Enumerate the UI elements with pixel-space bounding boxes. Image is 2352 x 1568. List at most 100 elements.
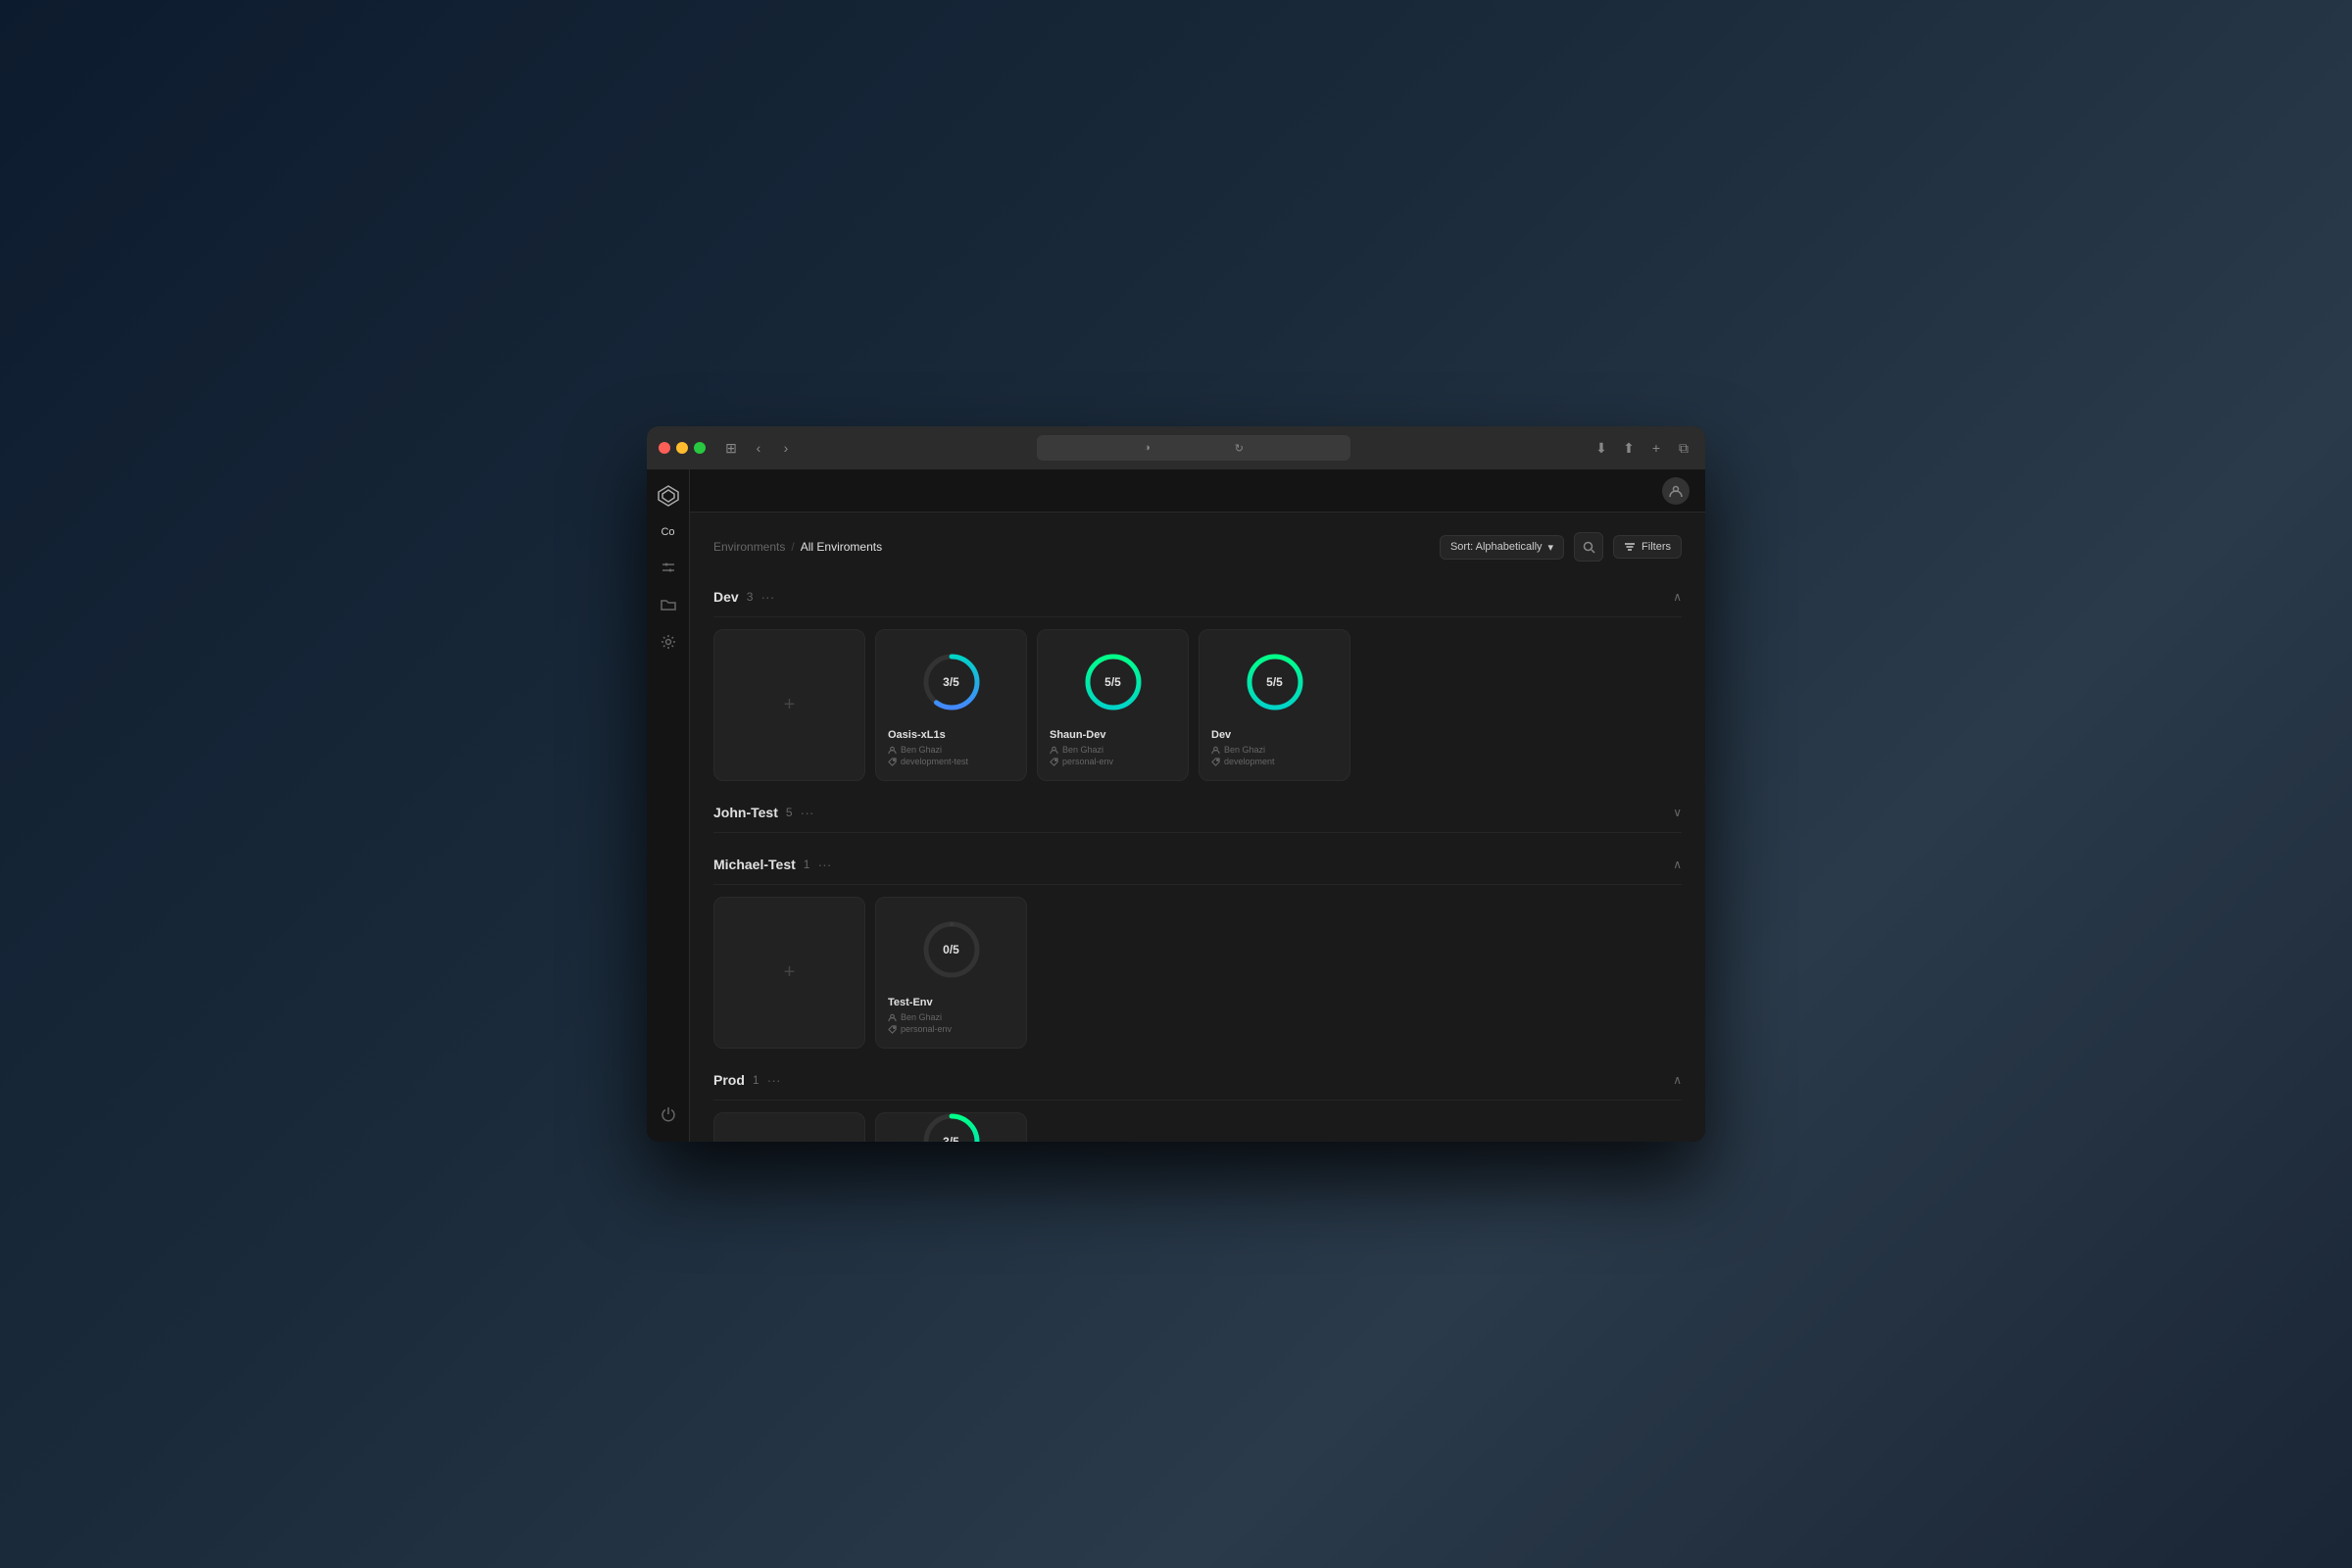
env-card-oasis[interactable]: 3/5 Oasis-xL1s Ben Gha: [875, 629, 1027, 781]
donut-label-dev-env: 5/5: [1266, 675, 1283, 689]
group-menu-john[interactable]: ···: [801, 805, 814, 820]
content-area: Environments / All Enviroments Sort: Alp…: [690, 513, 1705, 1142]
donut-test-env: 0/5: [920, 918, 983, 981]
group-chevron-prod[interactable]: ∧: [1673, 1073, 1682, 1087]
breadcrumb-parent[interactable]: Environments: [713, 540, 785, 554]
group-header-left-prod: Prod 1 ···: [713, 1072, 781, 1088]
card-name-test-env: Test-Env: [888, 997, 1014, 1008]
group-divider-michael: [713, 884, 1682, 885]
group-header-john[interactable]: John-Test 5 ··· ∨: [713, 797, 1682, 828]
group-chevron-john[interactable]: ∨: [1673, 806, 1682, 819]
sidebar-icon-folder[interactable]: [653, 589, 684, 620]
forward-icon[interactable]: ›: [776, 438, 796, 458]
sort-button[interactable]: Sort: Alphabetically ▾: [1440, 535, 1564, 560]
env-card-test-env[interactable]: 0/5 Test-Env Ben Ghazi: [875, 897, 1027, 1049]
minimize-button[interactable]: [676, 442, 688, 454]
browser-window: ⊞ ‹ › ◑ ↻ ⬇ ⬆ + ⧉ Co: [647, 426, 1705, 1142]
cards-grid-dev: + 3/5: [713, 629, 1682, 781]
card-info-oasis: Oasis-xL1s Ben Ghazi: [888, 729, 1014, 768]
add-card-prod[interactable]: +: [713, 1112, 865, 1142]
app-body: Co: [647, 469, 1705, 1142]
donut-shaun: 5/5: [1082, 651, 1145, 713]
tabs-icon[interactable]: ⧉: [1674, 438, 1693, 458]
group-header-left-john: John-Test 5 ···: [713, 805, 814, 820]
group-menu-dev[interactable]: ···: [760, 589, 774, 605]
group-chevron-michael[interactable]: ∧: [1673, 858, 1682, 871]
card-owner-oasis: Ben Ghazi: [888, 745, 1014, 755]
maximize-button[interactable]: [694, 442, 706, 454]
toolbar-actions: ⬇ ⬆ + ⧉: [1592, 438, 1693, 458]
card-owner-test-env: Ben Ghazi: [888, 1012, 1014, 1022]
card-tag-oasis: development-test: [888, 757, 1014, 766]
env-card-dev[interactable]: 5/5 Dev Ben Ghazi: [1199, 629, 1350, 781]
breadcrumb-bar: Environments / All Enviroments Sort: Alp…: [713, 532, 1682, 562]
card-chart-test-env: 0/5: [888, 909, 1014, 989]
card-info-shaun: Shaun-Dev Ben Ghazi: [1050, 729, 1176, 768]
group-chevron-dev[interactable]: ∧: [1673, 590, 1682, 604]
add-card-dev[interactable]: +: [713, 629, 865, 781]
sort-chevron-icon: ▾: [1548, 541, 1554, 554]
donut-dev-env: 5/5: [1244, 651, 1306, 713]
sidebar-toggle-icon[interactable]: ⊞: [721, 438, 741, 458]
group-name-john: John-Test: [713, 805, 778, 820]
group-header-left-michael: Michael-Test 1 ···: [713, 857, 831, 872]
breadcrumb: Environments / All Enviroments: [713, 540, 882, 554]
card-name-dev-env: Dev: [1211, 729, 1338, 741]
donut-label-test-env: 0/5: [943, 943, 959, 956]
donut-label-prod-env: 3/5: [943, 1135, 959, 1142]
close-button[interactable]: [659, 442, 670, 454]
title-bar: ⊞ ‹ › ◑ ↻ ⬇ ⬆ + ⧉: [647, 426, 1705, 469]
group-menu-michael[interactable]: ···: [817, 857, 831, 872]
card-owner-dev-env: Ben Ghazi: [1211, 745, 1338, 755]
card-chart-shaun: 5/5: [1050, 642, 1176, 721]
group-header-prod[interactable]: Prod 1 ··· ∧: [713, 1064, 1682, 1096]
download-icon[interactable]: ⬇: [1592, 438, 1611, 458]
sidebar-icon-settings[interactable]: [653, 626, 684, 658]
card-info-test-env: Test-Env Ben Ghazi: [888, 997, 1014, 1036]
filters-button[interactable]: Filters: [1613, 535, 1682, 559]
add-icon-michael: +: [784, 961, 796, 984]
sort-label: Sort: Alphabetically: [1450, 541, 1543, 553]
new-tab-icon[interactable]: +: [1646, 438, 1666, 458]
card-tag-test-env: personal-env: [888, 1024, 1014, 1034]
add-icon-dev: +: [784, 694, 796, 716]
search-button[interactable]: [1574, 532, 1603, 562]
cards-grid-prod: + 3/5: [713, 1112, 1682, 1142]
card-info-dev-env: Dev Ben Ghazi: [1211, 729, 1338, 768]
group-header-left-dev: Dev 3 ···: [713, 589, 774, 605]
user-avatar[interactable]: [1662, 477, 1690, 505]
group-john-test: John-Test 5 ··· ∨: [713, 797, 1682, 833]
breadcrumb-actions: Sort: Alphabetically ▾: [1440, 532, 1682, 562]
sidebar-label: Co: [661, 526, 674, 538]
group-count-prod: 1: [753, 1073, 760, 1087]
share-icon[interactable]: ⬆: [1619, 438, 1639, 458]
card-chart-prod-env: 3/5: [888, 1110, 1014, 1142]
breadcrumb-current: All Enviroments: [801, 540, 882, 554]
group-header-michael[interactable]: Michael-Test 1 ··· ∧: [713, 849, 1682, 880]
cards-grid-michael: + 0/5: [713, 897, 1682, 1049]
back-icon[interactable]: ‹: [749, 438, 768, 458]
card-chart-oasis: 3/5: [888, 642, 1014, 721]
address-bar[interactable]: ◑ ↻: [1037, 435, 1350, 461]
card-tag-shaun: personal-env: [1050, 757, 1176, 766]
group-count-john: 5: [786, 806, 793, 819]
main-content: Environments / All Enviroments Sort: Alp…: [690, 469, 1705, 1142]
reload-icon: ↻: [1235, 442, 1244, 455]
top-bar: [690, 469, 1705, 513]
card-name-shaun: Shaun-Dev: [1050, 729, 1176, 741]
sidebar-icon-sliders[interactable]: [653, 552, 684, 583]
sidebar-icon-power[interactable]: [653, 1099, 684, 1130]
card-chart-dev-env: 5/5: [1211, 642, 1338, 721]
filters-label: Filters: [1642, 541, 1671, 553]
sidebar: Co: [647, 469, 690, 1142]
env-card-prod-env[interactable]: 3/5: [875, 1112, 1027, 1142]
app-logo[interactable]: [654, 481, 683, 511]
add-card-michael[interactable]: +: [713, 897, 865, 1049]
env-card-shaun-dev[interactable]: 5/5 Shaun-Dev Ben Ghaz: [1037, 629, 1189, 781]
traffic-lights: [659, 442, 706, 454]
group-header-dev[interactable]: Dev 3 ··· ∧: [713, 581, 1682, 612]
group-count-dev: 3: [747, 590, 754, 604]
group-menu-prod[interactable]: ···: [767, 1072, 781, 1088]
group-prod: Prod 1 ··· ∧ +: [713, 1064, 1682, 1142]
breadcrumb-separator: /: [791, 540, 794, 554]
